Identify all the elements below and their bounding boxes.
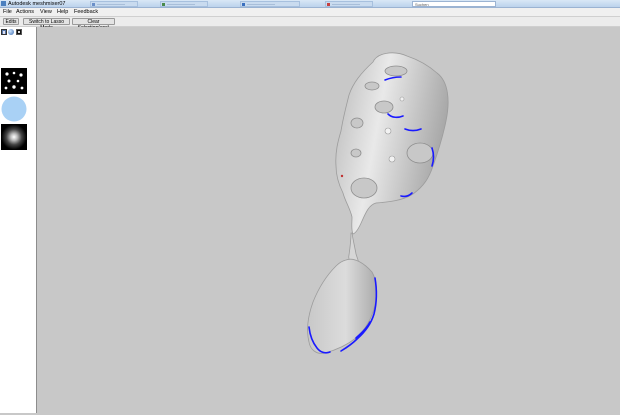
app-icon (1, 1, 6, 6)
minimize-button[interactable] (528, 0, 550, 7)
taskbar-button[interactable] (325, 1, 373, 7)
mesh-hole (384, 65, 408, 77)
dots-brush[interactable] (1, 68, 27, 94)
menu-file[interactable]: File (3, 8, 12, 17)
mesh-bump (388, 155, 396, 163)
sphere-icon[interactable] (8, 29, 14, 35)
soft-glow-brush[interactable] (1, 124, 27, 150)
mesh-hole (364, 81, 380, 91)
dots-brush-icon (4, 71, 24, 90)
menu-actions[interactable]: Actions (16, 8, 34, 17)
lasso-mode-button[interactable]: Switch to Lasso Mode (23, 18, 70, 31)
clear-selection-button[interactable]: Clear Selection(esc) (72, 18, 115, 31)
mesh-bulb (307, 258, 378, 354)
3d-viewport[interactable] (37, 27, 620, 413)
maximize-button[interactable] (552, 0, 574, 7)
mesh-hole (350, 117, 364, 129)
flat-circle-brush[interactable] (1, 96, 27, 122)
mesh-bump (399, 96, 405, 102)
title-bar: Autodesk meshmixer07 Suchen (0, 0, 620, 8)
window-title: Autodesk meshmixer07 (8, 1, 66, 7)
taskbar-button[interactable] (90, 1, 138, 7)
mesh-hole (374, 100, 394, 114)
taskbar-button[interactable] (160, 1, 208, 7)
mesh-hole (406, 142, 434, 164)
taskbar-button[interactable] (240, 1, 300, 7)
mesh-model (307, 52, 449, 354)
menu-bar: File Actions View Help Feedback (0, 8, 620, 17)
brush-panel (0, 27, 37, 413)
mesh-hole (350, 148, 362, 158)
mesh-head (335, 52, 449, 235)
search-input[interactable]: Suchen (412, 1, 496, 7)
toolbar: Edits Switch to Lasso Mode Clear Selecti… (0, 17, 620, 31)
circle-brush-icon (1, 96, 27, 122)
brush-tool-icon[interactable] (1, 29, 7, 35)
mesh-bump (384, 127, 392, 135)
menu-help[interactable]: Help (57, 8, 68, 17)
material-icon[interactable] (16, 29, 22, 35)
selection-marker (340, 174, 344, 178)
menu-feedback[interactable]: Feedback (74, 8, 98, 17)
mesh-hole (350, 177, 378, 199)
edits-button[interactable]: Edits (3, 18, 19, 25)
mesh-stem (348, 232, 359, 264)
menu-view[interactable]: View (40, 8, 52, 17)
close-button[interactable] (576, 0, 620, 7)
